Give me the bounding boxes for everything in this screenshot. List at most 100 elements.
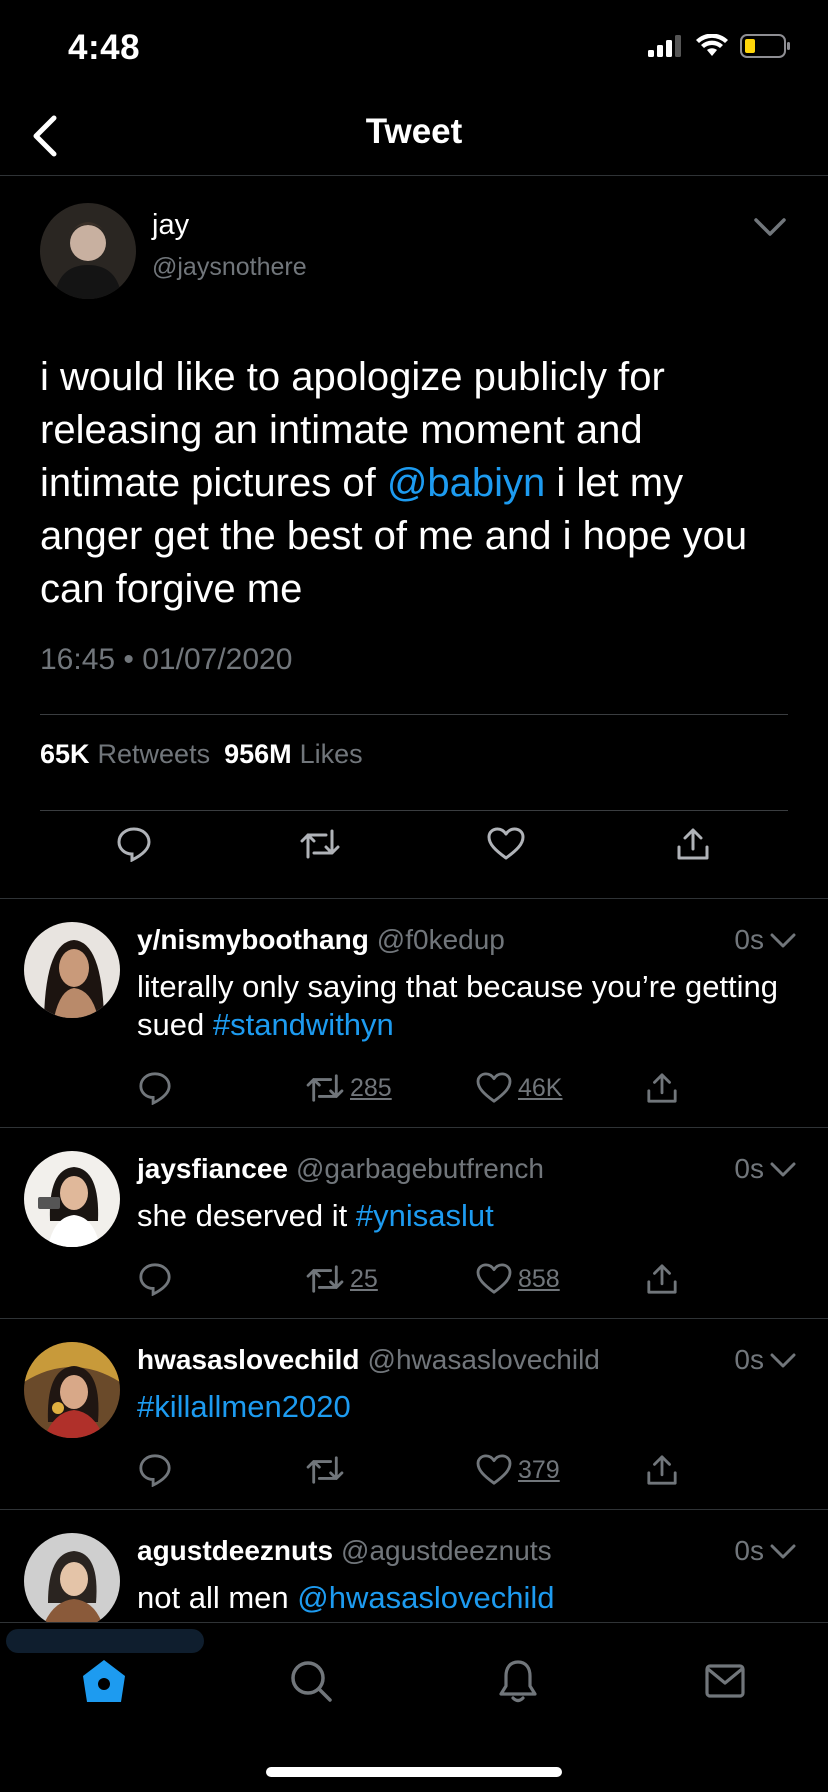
nav-bar: Tweet — [0, 100, 828, 176]
search-icon — [291, 1661, 332, 1702]
bottom-tab-bar — [0, 1622, 828, 1792]
reply-header: agustdeeznuts @agustdeeznuts — [137, 1535, 552, 1567]
reply-icon — [117, 827, 151, 862]
reply-tweet[interactable]: hwasaslovechild @hwasaslovechild 0s #kill… — [0, 1320, 828, 1510]
tweet-menu-button[interactable] — [748, 205, 792, 249]
retweet-count: 285 — [350, 1073, 392, 1102]
reply-button[interactable] — [138, 1066, 172, 1110]
home-indicator[interactable] — [266, 1767, 562, 1777]
tweet-text: i would like to apologize publicly for r… — [40, 351, 790, 616]
tab-notifications[interactable] — [490, 1653, 546, 1709]
retweet-button[interactable] — [306, 1448, 350, 1492]
tweet-actions — [0, 819, 828, 889]
like-button[interactable]: 858 — [476, 1257, 560, 1301]
avatar[interactable] — [24, 1342, 120, 1438]
signal-icon — [648, 35, 681, 57]
retweets-label: Retweets — [97, 739, 211, 769]
tab-home[interactable] — [76, 1653, 132, 1709]
reply-tweet[interactable]: y/nismyboothang @f0kedup 0s literally onl… — [0, 900, 828, 1128]
like-icon — [487, 827, 525, 860]
like-count: 379 — [518, 1455, 560, 1484]
tab-messages[interactable] — [697, 1653, 753, 1709]
reply-author-name[interactable]: agustdeeznuts — [137, 1535, 333, 1566]
reply-author-handle[interactable]: @garbagebutfrench — [296, 1153, 544, 1184]
retweet-button[interactable] — [295, 819, 345, 869]
retweet-button[interactable]: 25 — [306, 1257, 378, 1301]
reply-menu-button[interactable] — [768, 1537, 798, 1567]
retweet-button[interactable]: 285 — [306, 1066, 392, 1110]
like-count: 46K — [518, 1073, 563, 1102]
wifi-icon — [696, 34, 728, 56]
like-button[interactable] — [481, 819, 531, 869]
bell-icon — [499, 1660, 537, 1703]
reply-time: 0s — [734, 1153, 764, 1184]
like-button[interactable]: 379 — [476, 1448, 560, 1492]
likes-count: 956M — [224, 739, 292, 769]
avatar[interactable] — [24, 1533, 120, 1622]
reply-author-name[interactable]: y/nismyboothang — [137, 924, 369, 955]
reply-button[interactable] — [138, 1448, 172, 1492]
reply-actions: 285 46K — [0, 1066, 828, 1110]
avatar[interactable] — [24, 1151, 120, 1247]
like-count: 858 — [518, 1264, 560, 1293]
avatar[interactable] — [24, 922, 120, 1018]
hashtag-link[interactable]: #standwithyn — [213, 1007, 394, 1042]
mention-link[interactable]: @hwasaslovechild — [297, 1580, 554, 1615]
reply-text: not all men @hwasaslovechild — [137, 1579, 797, 1617]
chevron-down-icon — [770, 1162, 796, 1177]
reply-menu-button[interactable] — [768, 926, 798, 956]
divider — [40, 714, 788, 715]
reply-tweet[interactable]: jaysfiancee @garbagebutfrench 0s she dese… — [0, 1129, 828, 1319]
chevron-down-icon — [770, 1544, 796, 1559]
share-icon — [647, 1455, 677, 1485]
likes-label: Likes — [299, 739, 363, 769]
like-button[interactable]: 46K — [476, 1066, 562, 1110]
avatar[interactable] — [40, 203, 136, 299]
chevron-down-icon — [770, 1353, 796, 1368]
reply-menu-button[interactable] — [768, 1155, 798, 1185]
retweet-icon — [306, 1456, 344, 1484]
reply-author-handle[interactable]: @hwasaslovechild — [368, 1344, 600, 1375]
reply-author-name[interactable]: jaysfiancee — [137, 1153, 288, 1184]
likes-stat[interactable]: 956M Likes — [224, 739, 363, 770]
reply-author-handle[interactable]: @agustdeeznuts — [341, 1535, 552, 1566]
reply-button[interactable] — [109, 819, 159, 869]
mention-link[interactable]: @babiyn — [387, 461, 545, 505]
share-button[interactable] — [668, 819, 718, 869]
battery-icon — [740, 34, 790, 58]
tab-search[interactable] — [283, 1653, 339, 1709]
reply-header: jaysfiancee @garbagebutfrench — [137, 1153, 544, 1185]
retweets-stat[interactable]: 65K Retweets — [40, 739, 210, 770]
chevron-down-icon — [770, 933, 796, 948]
scroll-indicator — [6, 1629, 204, 1653]
reply-menu-button[interactable] — [768, 1346, 798, 1376]
reply-actions: 25 858 — [0, 1257, 828, 1301]
mail-icon — [705, 1664, 745, 1698]
reply-author-name[interactable]: hwasaslovechild — [137, 1344, 360, 1375]
like-icon — [476, 1454, 512, 1485]
retweets-count: 65K — [40, 739, 90, 769]
author-handle[interactable]: @jaysnothere — [152, 253, 307, 282]
share-icon — [677, 828, 709, 860]
hashtag-link[interactable]: #ynisaslut — [356, 1198, 494, 1233]
reply-icon — [139, 1263, 171, 1296]
share-button[interactable] — [646, 1448, 678, 1492]
share-button[interactable] — [646, 1066, 678, 1110]
reply-button[interactable] — [138, 1257, 172, 1301]
hashtag-link[interactable]: #killallmen2020 — [137, 1389, 351, 1424]
share-button[interactable] — [646, 1257, 678, 1301]
reply-actions: 379 — [0, 1448, 828, 1492]
reply-text: #killallmen2020 — [137, 1388, 797, 1426]
author-name[interactable]: jay — [152, 209, 189, 242]
reply-header: hwasaslovechild @hwasaslovechild — [137, 1344, 600, 1376]
reply-time: 0s — [734, 924, 764, 955]
reply-header: y/nismyboothang @f0kedup — [137, 924, 505, 956]
share-icon — [647, 1264, 677, 1294]
reply-time: 0s — [734, 1535, 764, 1566]
status-time: 4:48 — [68, 28, 141, 67]
retweet-icon — [306, 1074, 344, 1102]
reply-author-handle[interactable]: @f0kedup — [377, 924, 505, 955]
reply-tweet[interactable]: agustdeeznuts @agustdeeznuts 0s not all m… — [0, 1511, 828, 1622]
divider — [40, 810, 788, 811]
home-icon — [83, 1660, 125, 1702]
